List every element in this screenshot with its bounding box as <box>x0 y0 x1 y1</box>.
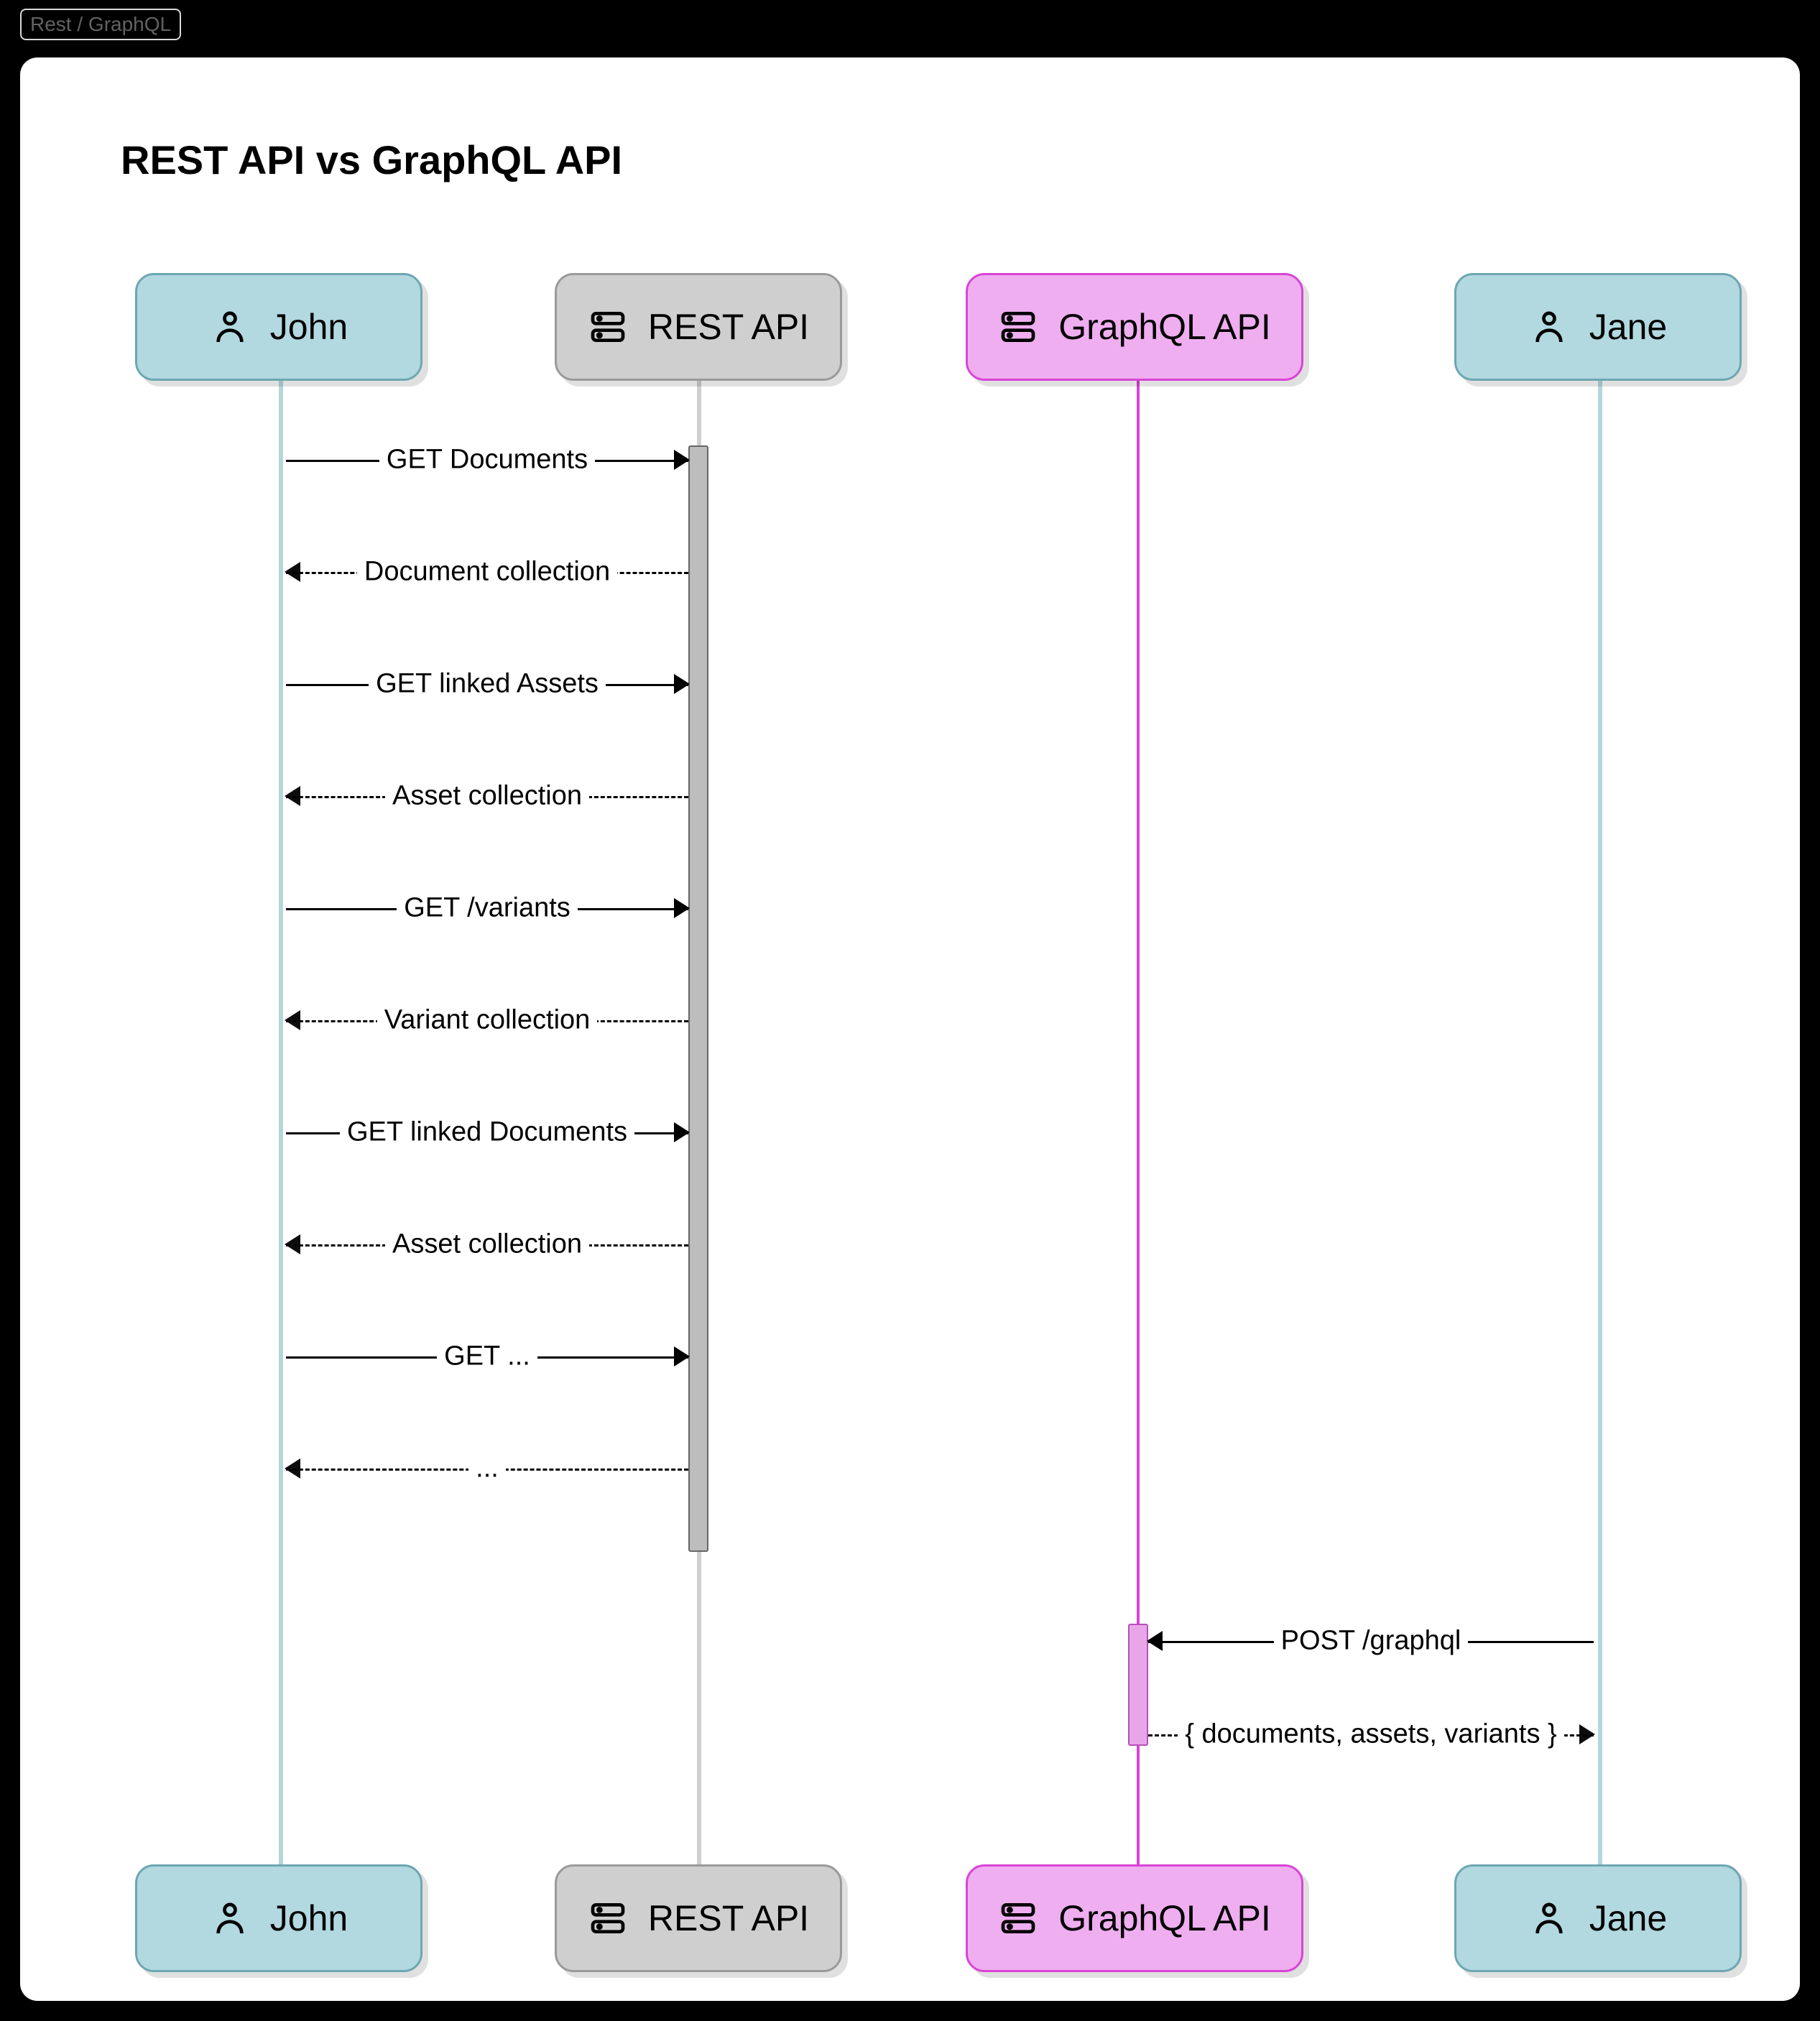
msg-rest-8: GET ... <box>286 1339 688 1374</box>
diagram-title: REST API vs GraphQL API <box>121 137 622 183</box>
diagram-paper: REST API vs GraphQL API John REST <box>20 57 1800 2001</box>
msg-label: GET linked Assets <box>369 669 606 700</box>
actor-graphql-top: GraphQL API <box>966 273 1303 381</box>
actor-jane-bottom: Jane <box>1454 1864 1742 1972</box>
actor-label: GraphQL API <box>1058 1897 1271 1939</box>
actor-graphql-bottom: GraphQL API <box>966 1864 1303 1972</box>
msg-label: { documents, assets, variants } <box>1178 1719 1564 1750</box>
actor-john-bottom: John <box>135 1864 422 1972</box>
msg-rest-6: GET linked Documents <box>286 1115 688 1150</box>
msg-rest-4: GET /variants <box>286 891 688 925</box>
msg-label: GET Documents <box>379 445 595 476</box>
lifeline-john <box>279 330 283 1915</box>
msg-rest-0: GET Documents <box>286 443 688 477</box>
actor-label: John <box>270 1897 348 1939</box>
msg-rest-2: GET linked Assets <box>286 667 688 701</box>
msg-label: GET /variants <box>397 893 578 924</box>
actor-label: REST API <box>648 1897 809 1939</box>
msg-rest-1: Document collection <box>286 555 688 589</box>
diagram-canvas: Rest / GraphQL REST API vs GraphQL API J… <box>0 0 1820 2021</box>
msg-label: GET ... <box>437 1341 537 1372</box>
actor-john-top: John <box>135 273 422 381</box>
actor-label: Jane <box>1589 1897 1667 1939</box>
tab-chip[interactable]: Rest / GraphQL <box>20 9 181 40</box>
msg-label: ... <box>468 1453 506 1484</box>
actor-label: REST API <box>648 306 809 348</box>
server-icon <box>588 1898 628 1938</box>
activation-graphql <box>1128 1624 1148 1746</box>
msg-rest-9: ... <box>286 1451 688 1486</box>
msg-label: Asset collection <box>385 1229 589 1260</box>
msg-rest-7: Asset collection <box>286 1227 688 1262</box>
msg-label: Asset collection <box>385 781 589 812</box>
server-icon <box>998 307 1038 347</box>
actor-rest-top: REST API <box>555 273 842 381</box>
actor-jane-top: Jane <box>1454 273 1742 381</box>
person-icon <box>210 307 250 347</box>
msg-label: GET linked Documents <box>340 1117 634 1148</box>
server-icon <box>588 307 628 347</box>
person-icon <box>1529 1898 1569 1938</box>
tab-label: Rest / GraphQL <box>30 13 171 35</box>
msg-label: Document collection <box>357 557 617 588</box>
msg-gql-0: POST /graphql <box>1148 1624 1594 1658</box>
server-icon <box>998 1898 1038 1938</box>
actor-label: Jane <box>1589 306 1667 348</box>
msg-label: Variant collection <box>377 1005 598 1036</box>
actor-label: GraphQL API <box>1058 306 1271 348</box>
sequence-stage: John REST API GraphQL API Jane <box>20 273 1800 2001</box>
person-icon <box>1529 307 1569 347</box>
msg-rest-5: Variant collection <box>286 1003 688 1037</box>
msg-gql-1: { documents, assets, variants } <box>1148 1717 1594 1752</box>
activation-rest <box>688 445 708 1552</box>
actor-rest-bottom: REST API <box>555 1864 842 1972</box>
person-icon <box>210 1898 250 1938</box>
lifeline-jane <box>1598 330 1602 1915</box>
actor-label: John <box>270 306 348 348</box>
msg-label: POST /graphql <box>1274 1626 1469 1657</box>
msg-rest-3: Asset collection <box>286 779 688 813</box>
